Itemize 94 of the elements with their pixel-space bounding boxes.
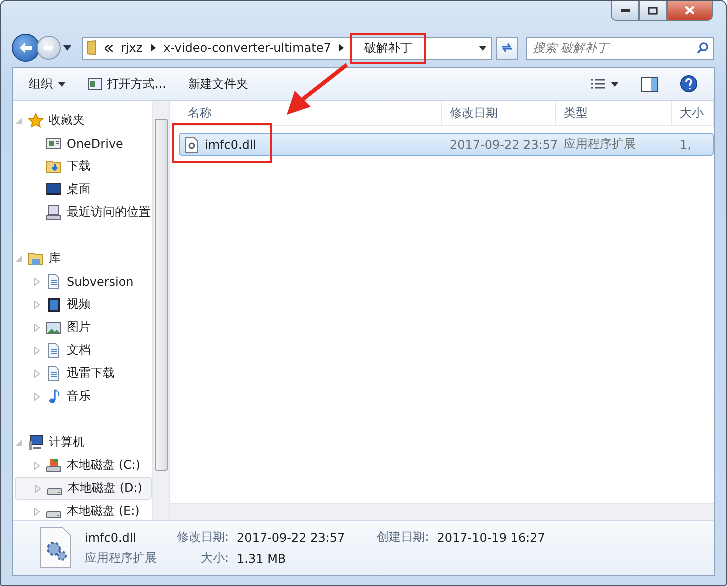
expanded-triangle-icon[interactable] [15, 116, 23, 124]
nav-item[interactable]: 迅雷下载 [15, 362, 152, 385]
column-header[interactable]: 大小 [672, 101, 714, 125]
nav-item[interactable]: 本地磁盘 (D:) [15, 477, 152, 500]
nav-item[interactable]: OneDrive [15, 132, 152, 155]
chevron-icon [339, 44, 344, 52]
detail-label: 修改日期: [177, 529, 230, 546]
breadcrumb[interactable]: rjxz [119, 40, 145, 56]
window-icon [88, 78, 102, 90]
collapsed-triangle-icon[interactable] [33, 508, 41, 516]
open-with-button[interactable]: 打开方式... [80, 72, 174, 96]
chevron-icon [150, 44, 156, 52]
minimize-icon [620, 9, 630, 12]
search-box[interactable]: 搜索 破解补丁 [526, 36, 714, 60]
refresh-button[interactable] [496, 36, 518, 60]
nav-item[interactable]: 图片 [15, 316, 152, 339]
collapsed-triangle-icon[interactable] [33, 300, 41, 308]
file-row[interactable]: imfc0.dll 2017-09-22 23:57 应用程序扩展 1, [179, 133, 714, 156]
desktop-icon [46, 182, 62, 198]
file-type: 应用程序扩展 [85, 550, 157, 567]
detail-value: 2017-09-22 23:57 [237, 530, 346, 544]
collapsed-triangle-icon[interactable] [33, 370, 41, 378]
collapsed-triangle-icon[interactable] [33, 346, 41, 354]
settings-file-icon [39, 527, 73, 569]
star-icon [28, 112, 44, 128]
preview-pane-icon [641, 76, 658, 92]
nav-item[interactable]: 音乐 [15, 385, 152, 408]
history-dropdown-icon[interactable] [63, 45, 72, 51]
new-folder-button[interactable]: 新建文件夹 [180, 72, 256, 96]
vertical-scrollbar[interactable] [152, 101, 169, 520]
caret-icon [611, 82, 619, 86]
picture-icon [46, 320, 62, 336]
help-icon [680, 75, 698, 93]
document-icon [46, 342, 62, 358]
collapsed-triangle-icon[interactable] [33, 462, 41, 470]
collapsed-triangle-icon[interactable] [33, 392, 41, 400]
maximize-icon [648, 6, 658, 14]
breadcrumb[interactable]: x-video-converter-ultimate7 [162, 40, 334, 56]
nav-group[interactable]: 库 [15, 247, 152, 270]
document-icon [46, 366, 62, 382]
column-header[interactable]: 类型 [556, 101, 672, 125]
nav-item[interactable]: 下载 [15, 155, 152, 178]
list-view-icon [590, 78, 606, 90]
file-name: imfc0.dll [85, 530, 138, 544]
search-icon [697, 42, 709, 54]
close-icon [685, 6, 695, 15]
horizontal-scrollbar[interactable] [170, 503, 714, 520]
system-drive-icon [46, 458, 62, 474]
computer-icon [46, 204, 62, 220]
nav-group[interactable]: 收藏夹 [15, 109, 152, 132]
folder-icon [87, 40, 99, 56]
file-icon [185, 136, 199, 152]
refresh-arrows-icon [500, 42, 514, 54]
library-folder-icon [28, 250, 44, 266]
detail-value: 2017-10-19 16:27 [437, 530, 546, 544]
table-cell-text: 2017-09-22 23:57 [449, 138, 557, 152]
nav-item[interactable]: 文档 [15, 339, 152, 362]
collapsed-triangle-icon[interactable] [33, 278, 41, 286]
file-name: imfc0.dll [205, 138, 257, 152]
breadcrumb[interactable]: 破解补丁 [362, 40, 414, 56]
collapsed-triangle-icon[interactable] [34, 484, 42, 492]
computer-icon [28, 434, 44, 450]
forward-arrow-icon [43, 43, 55, 53]
drive-icon [47, 488, 63, 496]
nav-item[interactable]: 本地磁盘 (E:) [15, 500, 152, 520]
caret-icon [58, 82, 66, 86]
maximize-button[interactable] [639, 1, 667, 21]
search-field[interactable]: 搜索 破解补丁 [531, 40, 697, 56]
collapsed-triangle-icon[interactable] [33, 324, 41, 332]
nav-item[interactable]: 最近访问的位置 [15, 201, 152, 224]
window-icon [46, 136, 62, 152]
nav-group[interactable]: 计算机 [15, 431, 152, 454]
detail-value: 1.31 MB [237, 552, 288, 566]
organize-button[interactable]: 组织 [21, 72, 74, 96]
double-chevron-icon [105, 44, 113, 52]
table-cell-text: 应用程序扩展 [563, 136, 637, 153]
back-button[interactable] [12, 34, 40, 62]
expanded-triangle-icon[interactable] [15, 438, 23, 446]
expanded-triangle-icon[interactable] [15, 254, 23, 262]
detail-label: 大小: [200, 550, 230, 567]
column-header[interactable]: 修改日期 [442, 101, 556, 125]
nav-item[interactable]: 桌面 [15, 178, 152, 201]
detail-label: 创建日期: [376, 529, 430, 546]
nav-item[interactable]: 视频 [15, 293, 152, 316]
minimize-button[interactable] [611, 1, 639, 21]
close-button[interactable] [667, 1, 713, 21]
nav-item[interactable]: 本地磁盘 (C:) [15, 454, 152, 477]
document-icon [46, 274, 62, 290]
back-arrow-icon [19, 42, 33, 54]
film-icon [46, 296, 62, 312]
table-cell-text: 1, [679, 138, 692, 152]
dropdown-icon [479, 46, 487, 50]
download-folder-icon [46, 158, 62, 174]
nav-item[interactable]: Subversion [15, 270, 152, 293]
